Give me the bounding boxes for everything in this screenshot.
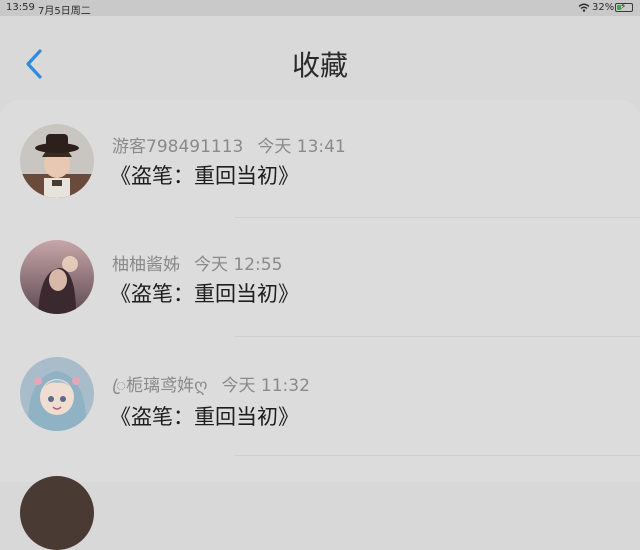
nav-bar: 收藏 (0, 16, 640, 100)
item-title[interactable]: 《盗笔：重回当初》 (110, 160, 299, 190)
list-item[interactable]: 柚柚酱姊 今天 12:55 《盗笔：重回当初》 (0, 218, 640, 336)
timestamp: 今天 11:32 (221, 376, 310, 396)
charging-bolt-icon: ⚡ (620, 2, 627, 12)
item-title[interactable]: 《盗笔：重回当初》 (110, 278, 299, 308)
avatar[interactable] (20, 476, 94, 550)
avatar[interactable] (20, 240, 94, 314)
battery-percent: 32% (592, 2, 615, 13)
user-name: 柚柚酱姊 (112, 255, 180, 275)
divider (235, 455, 640, 456)
battery-icon: ⚡ (615, 2, 633, 12)
wifi-icon (578, 3, 590, 15)
user-name: 游客798491113 (112, 137, 244, 157)
timestamp: 今天 12:55 (194, 255, 283, 275)
avatar[interactable] (20, 124, 94, 198)
timestamp: 今天 13:41 (257, 137, 346, 157)
item-meta: 游客798491113 今天 13:41 (112, 132, 346, 157)
status-time: 13:59 (6, 2, 35, 13)
favorites-list: 游客798491113 今天 13:41 《盗笔：重回当初》 柚柚酱姊 今天 12:… (0, 100, 640, 550)
item-meta: 柚柚酱姊 今天 12:55 (112, 250, 282, 275)
avatar[interactable] (20, 357, 94, 431)
list-item[interactable]: ꦿ栀璃鸢姩ღ 今天 11:32 《盗笔：重回当初》 (0, 337, 640, 455)
status-date: 7月5日周二 (38, 6, 91, 17)
item-title[interactable]: 《盗笔：重回当初》 (110, 401, 299, 431)
list-item[interactable]: 游客798491113 今天 13:41 《盗笔：重回当初》 (0, 100, 640, 218)
page-title: 收藏 (291, 49, 348, 82)
user-name: ꦿ栀璃鸢姩ღ (112, 376, 208, 396)
status-bar: 13:59 7月5日周二 32% ⚡ (0, 0, 640, 17)
